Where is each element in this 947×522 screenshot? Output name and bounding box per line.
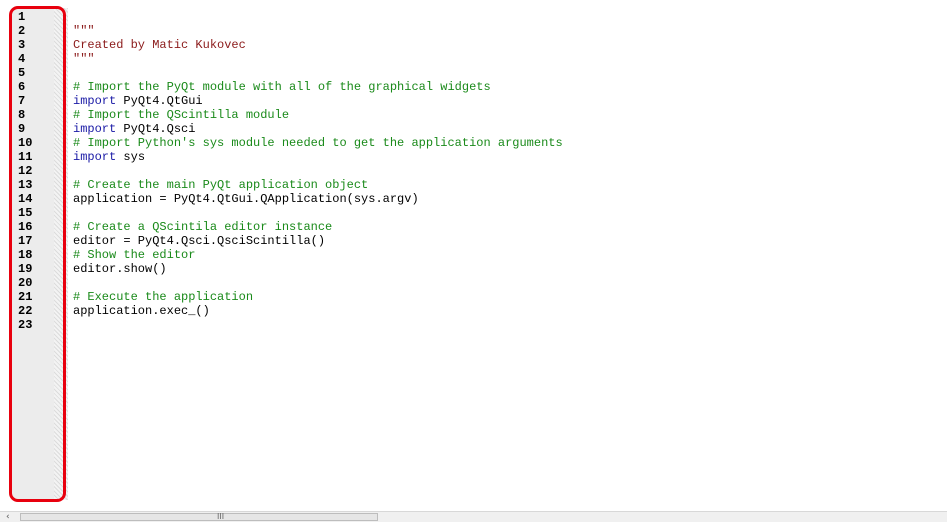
code-text: sys: [116, 150, 146, 164]
line-number: 13: [18, 178, 33, 192]
code-line[interactable]: """: [73, 52, 95, 66]
line-number: 4: [18, 52, 26, 66]
line-number: 6: [18, 80, 26, 94]
line-number: 3: [18, 38, 26, 52]
code-line[interactable]: editor = PyQt4.Qsci.QsciScintilla(): [73, 234, 325, 248]
horizontal-scrollbar[interactable]: ‹ III: [0, 511, 947, 522]
code-line[interactable]: application = PyQt4.QtGui.QApplication(s…: [73, 192, 419, 206]
line-number: 15: [18, 206, 33, 220]
line-number: 2: [18, 24, 26, 38]
keyword: import: [73, 122, 117, 136]
code-line[interactable]: # Create a QScintila editor instance: [73, 220, 332, 234]
line-number: 18: [18, 248, 33, 262]
keyword: import: [73, 94, 117, 108]
line-number: 11: [18, 150, 33, 164]
line-number: 19: [18, 262, 33, 276]
code-line[interactable]: Created by Matic Kukovec: [73, 38, 246, 52]
code-line[interactable]: application.exec_(): [73, 304, 210, 318]
code-line[interactable]: import PyQt4.QtGui: [73, 94, 203, 108]
code-text: PyQt4.Qsci: [116, 122, 196, 136]
line-number: 5: [18, 66, 26, 80]
code-line[interactable]: # Import Python's sys module needed to g…: [73, 136, 563, 150]
line-number: 9: [18, 122, 26, 136]
line-number: 14: [18, 192, 33, 206]
code-line[interactable]: # Show the editor: [73, 248, 195, 262]
code-editor[interactable]: 1 2 3 4 5 6 7 8 9 10 11 12 13 14 15 16 17 18 19 20 21 22 23 ""…: [0, 0, 947, 511]
code-line[interactable]: # Import the PyQt module with all of the…: [73, 80, 491, 94]
line-number: 7: [18, 94, 26, 108]
code-line[interactable]: import PyQt4.Qsci: [73, 122, 195, 136]
code-line[interactable]: import sys: [73, 150, 145, 164]
line-number: 21: [18, 290, 33, 304]
line-number: 17: [18, 234, 33, 248]
line-number: 10: [18, 136, 33, 150]
code-line[interactable]: """: [73, 24, 95, 38]
scrollbar-thumb[interactable]: III: [20, 512, 378, 521]
line-number: 16: [18, 220, 33, 234]
line-number: 1: [18, 10, 26, 24]
code-line[interactable]: # Create the main PyQt application objec…: [73, 178, 368, 192]
line-number: 20: [18, 276, 33, 290]
line-number: 23: [18, 318, 33, 332]
code-line[interactable]: editor.show(): [73, 262, 167, 276]
line-number: 12: [18, 164, 33, 178]
code-text: PyQt4.QtGui: [116, 94, 203, 108]
code-line[interactable]: # Import the QScintilla module: [73, 108, 289, 122]
line-number: 22: [18, 304, 33, 318]
fold-margin: [54, 8, 68, 500]
code-line[interactable]: # Execute the application: [73, 290, 253, 304]
keyword: import: [73, 150, 117, 164]
line-number: 8: [18, 108, 26, 122]
scrollbar-grip-icon: III: [217, 512, 225, 521]
